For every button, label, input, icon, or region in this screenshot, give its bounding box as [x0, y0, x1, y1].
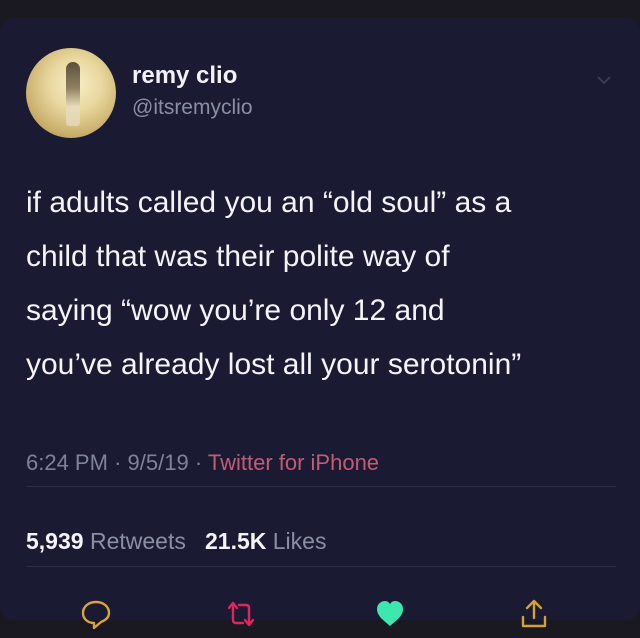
like-label[interactable]: Likes: [273, 528, 327, 554]
tweet-line: child that was their polite way of: [26, 240, 450, 273]
avatar[interactable]: [26, 48, 116, 138]
display-name[interactable]: remy clio: [132, 62, 237, 90]
share-arrow-icon[interactable]: [518, 598, 550, 630]
tweet-line: you’ve already lost all your serotonin”: [26, 348, 522, 381]
tweet-line: if adults called you an “old soul” as a: [26, 186, 512, 219]
divider: [26, 566, 616, 567]
tweet-date[interactable]: 9/5/19: [128, 450, 189, 475]
meta-separator: ·: [194, 450, 203, 475]
tweet-line: saying “wow you’re only 12 and: [26, 294, 445, 327]
meta-separator: ·: [114, 450, 122, 475]
speech-bubble-icon[interactable]: [80, 598, 112, 630]
retweet-arrows-icon[interactable]: [225, 598, 257, 630]
like-count[interactable]: 21.5K: [205, 528, 266, 554]
tweet-meta: 6:24 PM · 9/5/19 · Twitter for iPhone: [26, 450, 379, 476]
divider: [26, 486, 616, 487]
user-handle[interactable]: @itsremyclio: [132, 96, 253, 120]
avatar-figure: [66, 62, 80, 126]
retweet-count[interactable]: 5,939: [26, 528, 84, 554]
tweet-card: remy clio @itsremyclio if adults called …: [0, 18, 640, 630]
screenshot-frame: remy clio @itsremyclio if adults called …: [0, 0, 640, 638]
tweet-stats: 5,939 Retweets 21.5K Likes: [26, 528, 326, 555]
chevron-down-icon[interactable]: [596, 72, 612, 88]
tweet-text: if adults called you an “old soul” as a …: [26, 176, 616, 392]
tweet-source[interactable]: Twitter for iPhone: [208, 450, 379, 475]
tweet-time[interactable]: 6:24 PM: [26, 450, 108, 475]
heart-icon[interactable]: [374, 598, 406, 630]
retweet-label[interactable]: Retweets: [90, 528, 186, 554]
